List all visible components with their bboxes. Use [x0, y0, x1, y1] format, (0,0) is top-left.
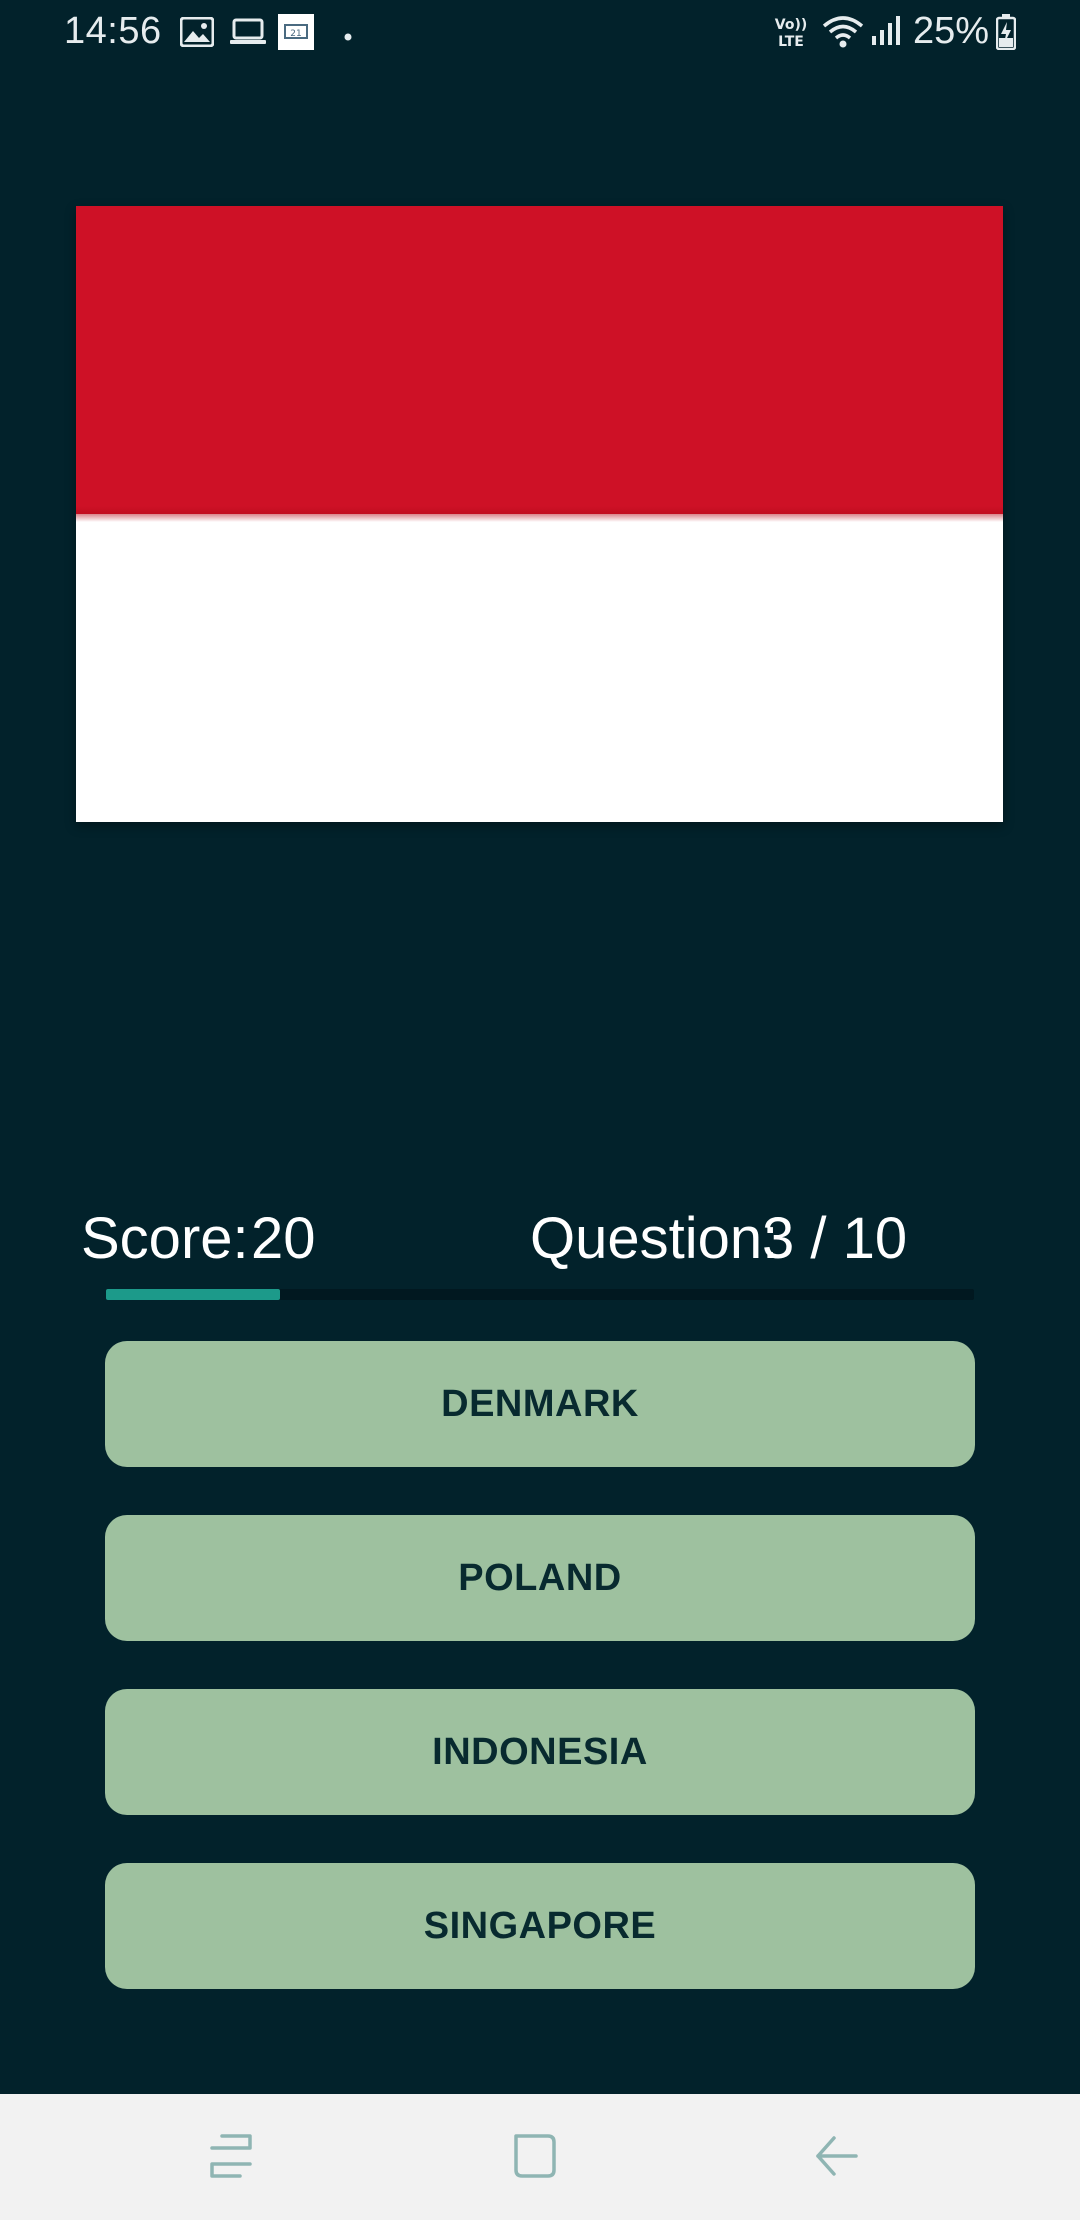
flag-white-stripe — [76, 514, 1003, 822]
answer-label: SINGAPORE — [423, 1904, 657, 1947]
navigation-bar — [0, 2094, 1080, 2220]
svg-text:Vo)): Vo)) — [775, 17, 807, 33]
svg-text:21: 21 — [290, 29, 301, 39]
image-icon — [179, 16, 215, 52]
back-icon[interactable] — [814, 2132, 860, 2185]
laptop-icon — [229, 18, 267, 51]
question-label: Question: — [530, 1206, 779, 1271]
answer-label: DENMARK — [441, 1382, 639, 1425]
score-label: Score: — [81, 1206, 249, 1271]
dot-icon — [344, 28, 352, 46]
score-value: 20 — [251, 1206, 316, 1271]
wifi-icon — [822, 14, 864, 53]
answer-button-indonesia[interactable]: INDONESIA — [105, 1689, 975, 1815]
question-counter: 3 / 10 — [762, 1206, 908, 1271]
answer-label: POLAND — [458, 1556, 622, 1599]
signal-icon — [870, 14, 902, 51]
volte-icon: Vo)) LTE — [774, 14, 808, 55]
quiz-progress-bar — [106, 1289, 974, 1300]
flag-image — [76, 206, 1003, 822]
answer-button-singapore[interactable]: SINGAPORE — [105, 1863, 975, 1989]
notification-app-icon: 21 — [278, 14, 314, 55]
status-bar: 14:56 21 Vo)) LTE 25% — [0, 0, 1080, 66]
battery-percent: 25% — [913, 10, 990, 52]
status-time: 14:56 — [64, 10, 162, 52]
recents-icon[interactable] — [208, 2132, 254, 2185]
svg-text:LTE: LTE — [778, 34, 804, 50]
home-icon[interactable] — [512, 2132, 558, 2185]
battery-charging-icon — [995, 14, 1017, 55]
answer-button-poland[interactable]: POLAND — [105, 1515, 975, 1641]
answer-button-denmark[interactable]: DENMARK — [105, 1341, 975, 1467]
flag-red-stripe — [76, 206, 1003, 514]
answer-label: INDONESIA — [432, 1730, 648, 1773]
quiz-progress-fill — [106, 1289, 280, 1300]
